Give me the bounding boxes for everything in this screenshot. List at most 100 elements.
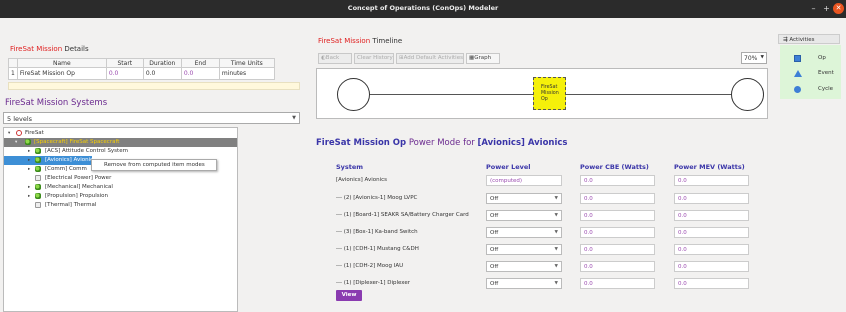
tree-item-label: [ACS] Attitude Control System [45,148,128,154]
power-level-value: Off [490,264,499,270]
power-cbe-field[interactable]: 0.0 [580,244,655,255]
tree-item-firesat[interactable]: ▾ FireSat [4,129,237,138]
timeline-canvas[interactable]: FireSat Mission Op [316,68,768,119]
zoom-select[interactable]: 70% ▼ [741,52,767,64]
root-icon [16,130,22,136]
close-icon[interactable]: ✕ [833,3,844,14]
triangle-icon[interactable] [794,70,802,77]
green-part-icon [35,193,41,199]
activities-panel: Op Event Cycle [780,45,841,99]
chevron-down-icon: ▼ [554,196,558,201]
chevron-down-icon: ▼ [760,55,764,60]
square-icon[interactable] [794,55,801,62]
activities-tab[interactable]: ⇶ Activities [778,34,840,44]
tree-item-power[interactable]: [Electrical Power] Power [4,174,237,183]
row-index: 1 [8,67,18,80]
systems-tree[interactable]: ▾ FireSat ▾ [Spacecraft] FireSat Spacecr… [3,127,238,312]
timeline-end-node[interactable] [731,78,764,111]
power-mev-field[interactable]: 0.0 [674,261,749,272]
cell-name[interactable]: FireSat Mission Op [16,67,107,80]
system-label: --- (1) [CDH-1] Mustang C&DH [336,246,419,252]
tree-item-acs[interactable]: ▸ [ACS] Attitude Control System [4,147,237,156]
activity-box[interactable]: FireSat Mission Op [533,77,566,110]
cell-end[interactable]: 0.0 [180,67,220,80]
context-menu-remove-computed[interactable]: Remove from computed item modes [91,159,217,171]
expand-icon[interactable]: ▸ [28,192,30,201]
power-level-select[interactable]: Off ▼ [486,193,562,204]
gray-part-icon [35,202,41,208]
cell-units[interactable]: minutes [218,67,275,80]
activity-cycle-label[interactable]: Cycle [818,86,833,92]
green-part-icon [25,139,31,145]
power-cbe-field[interactable]: 0.0 [580,261,655,272]
view-button[interactable]: View [336,290,362,301]
tree-item-mechanical[interactable]: ▸ [Mechanical] Mechanical [4,183,237,192]
levels-value: 5 levels [7,115,33,123]
power-level-select[interactable]: Off ▼ [486,261,562,272]
tree-item-thermal[interactable]: [Thermal] Thermal [4,201,237,210]
power-cbe-field[interactable]: 0.0 [580,175,655,186]
power-level-select[interactable]: Off ▼ [486,278,562,289]
power-mode-title-system: [Avionics] Avionics [477,138,568,148]
timeline-title-mission: FireSat Mission [318,37,371,45]
timeline-title-suffix: Timeline [370,37,403,45]
levels-select[interactable]: 5 levels ▼ [3,112,300,124]
power-level-select[interactable]: Off ▼ [486,244,562,255]
expand-icon[interactable]: ▸ [28,147,30,156]
power-mev-field[interactable]: 0.0 [674,244,749,255]
power-level-select[interactable]: Off ▼ [486,210,562,221]
power-mode-title-mid: Power Mode for [406,138,478,148]
power-level-computed: (computed) [486,175,562,186]
green-part-icon [35,184,41,190]
green-part-icon [35,157,41,163]
col-cbe-header: Power CBE (Watts) [580,163,649,171]
power-mev-field[interactable]: 0.0 [674,175,749,186]
activity-event-label[interactable]: Event [818,70,834,76]
tree-item-spacecraft[interactable]: ▾ [Spacecraft] FireSat Spacecraft [4,138,237,147]
power-mev-field[interactable]: 0.0 [674,227,749,238]
power-level-select[interactable]: Off ▼ [486,227,562,238]
power-cbe-field[interactable]: 0.0 [580,193,655,204]
power-mev-field[interactable]: 0.0 [674,210,749,221]
back-button[interactable]: ◐Back [318,53,352,64]
expand-icon[interactable]: ▸ [28,165,30,174]
timeline-start-node[interactable] [337,78,370,111]
tree-item-label: [Comm] Comm [45,166,87,172]
expand-icon[interactable]: ▾ [15,138,17,147]
window-title: Concept of Operations (ConOps) Modeler [347,4,499,12]
power-mev-field[interactable]: 0.0 [674,278,749,289]
timeline-title: FireSat Mission Timeline [318,37,402,45]
tree-item-label: [Avionics] Avionics [45,157,97,163]
chevron-down-icon: ▼ [554,264,558,269]
tree-item-label: [Electrical Power] Power [45,175,112,181]
power-level-value: Off [490,196,499,202]
expand-icon[interactable]: ▸ [28,156,30,165]
expand-icon[interactable]: ▸ [28,183,30,192]
power-mev-field[interactable]: 0.0 [674,193,749,204]
cell-start[interactable]: 0.0 [105,67,144,80]
system-label: [Avionics] Avionics [336,177,388,183]
tree-item-propulsion[interactable]: ▸ [Propulsion] Propulsion [4,192,237,201]
col-mev-header: Power MEV (Watts) [674,163,745,171]
tree-item-avionics[interactable]: ▸ [Avionics] Avionics [4,156,96,165]
activity-op-label[interactable]: Op [818,55,826,61]
activities-tab-label: Activities [789,37,815,43]
power-cbe-field[interactable]: 0.0 [580,227,655,238]
graph-label: Graph [474,55,492,61]
clear-history-button[interactable]: Clear History [354,53,394,64]
graph-button[interactable]: ▦Graph [466,53,500,64]
cell-duration[interactable]: 0.0 [142,67,182,80]
power-level-value: Off [490,247,499,253]
title-bar: Concept of Operations (ConOps) Modeler –… [0,0,846,18]
chevron-down-icon: ▼ [554,213,558,218]
power-cbe-field[interactable]: 0.0 [580,210,655,221]
circle-icon[interactable] [794,86,801,93]
power-cbe-field[interactable]: 0.0 [580,278,655,289]
add-default-activities-button[interactable]: ⊞Add Default Activities [396,53,464,64]
expand-icon[interactable]: ▾ [8,129,10,138]
power-mode-title-op: FireSat Mission Op [316,138,407,148]
activity-box-line: Op [541,97,548,102]
chevron-down-icon: ▼ [292,115,296,121]
minimize-icon[interactable]: – [808,3,819,14]
maximize-icon[interactable]: + [821,3,832,14]
